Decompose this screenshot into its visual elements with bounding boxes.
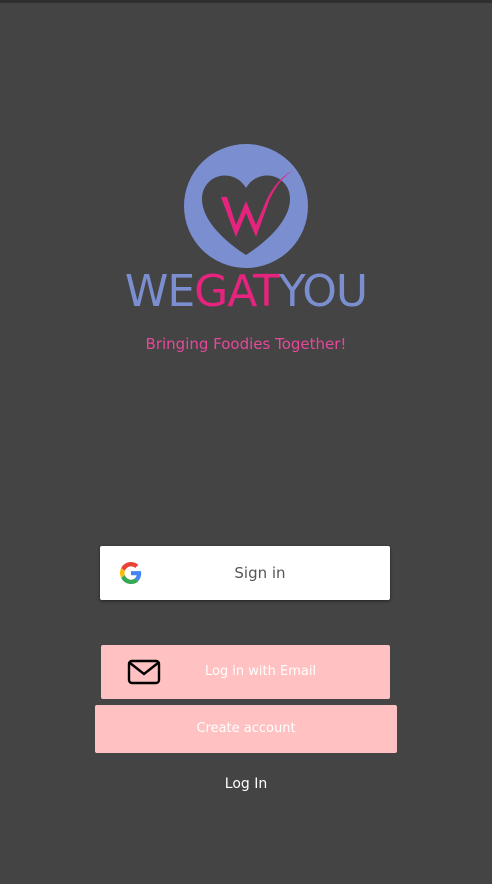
welcome-screen: WEGATYOU Bringing Foodies Together! Sign… (0, 0, 492, 884)
create-account-button[interactable]: Create account (95, 705, 397, 753)
email-login-button[interactable]: Log in with Email (101, 645, 390, 699)
brand-word-gat: GAT (194, 266, 280, 317)
google-sign-in-label: Sign in (234, 564, 286, 582)
brand-tagline: Bringing Foodies Together! (145, 335, 347, 353)
email-login-label: Log in with Email (204, 664, 317, 679)
heart-w-logo-icon (184, 144, 308, 268)
brand-word-you: YOU (278, 266, 368, 317)
mail-icon (127, 659, 161, 685)
google-icon (120, 562, 142, 584)
log-in-link[interactable]: Log In (0, 776, 492, 792)
brand-word-we: WE (124, 266, 195, 317)
google-sign-in-button[interactable]: Sign in (100, 546, 390, 600)
status-bar-edge (0, 0, 492, 3)
brand-wordmark: WEGATYOU (0, 266, 492, 318)
